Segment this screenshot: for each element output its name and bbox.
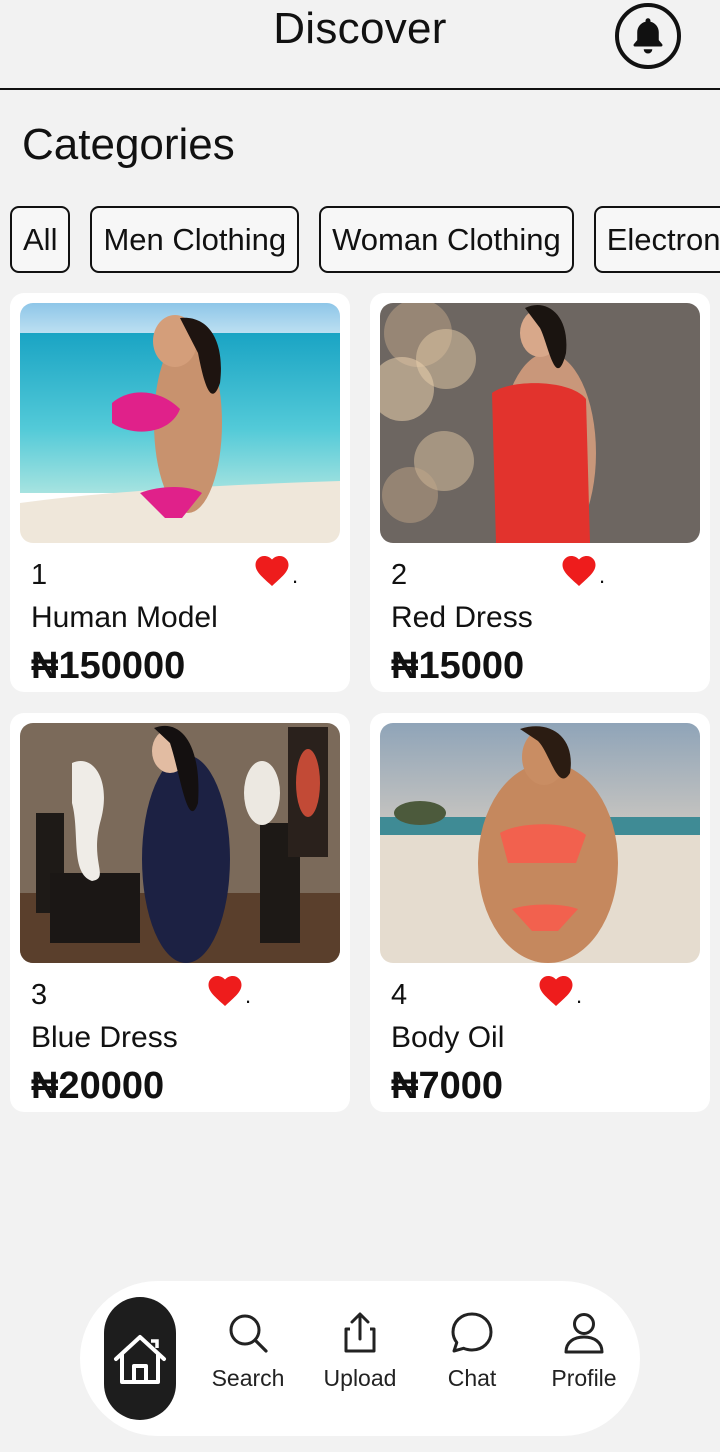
favorite-toggle[interactable]: . — [538, 975, 582, 1007]
chip-men-clothing[interactable]: Men Clothing — [90, 206, 300, 273]
product-price: ₦15000 — [391, 645, 525, 687]
product-number: 1 — [31, 559, 48, 591]
category-chips: All Men Clothing Woman Clothing Electronics — [10, 206, 720, 274]
notifications-button[interactable] — [615, 3, 681, 69]
heart-icon — [255, 556, 289, 586]
top-app-bar: Discover — [0, 0, 720, 90]
chat-icon — [451, 1312, 493, 1353]
profile-icon — [564, 1313, 604, 1354]
favorite-toggle[interactable]: . — [561, 555, 605, 587]
heart-icon — [208, 976, 242, 1006]
home-icon — [114, 1334, 166, 1384]
product-card[interactable]: 3 . Blue Dress ₦20000 — [10, 713, 350, 1112]
product-card[interactable]: 2 . Red Dress ₦15000 — [370, 293, 710, 692]
product-number: 2 — [391, 559, 408, 591]
product-card[interactable]: 1 . Human Model ₦150000 — [10, 293, 350, 692]
nav-search-label: Search — [211, 1365, 285, 1391]
product-price: ₦20000 — [31, 1065, 165, 1107]
favorite-toggle[interactable]: . — [207, 975, 251, 1007]
nav-upload-label: Upload — [323, 1365, 397, 1391]
bell-icon — [633, 18, 663, 54]
chip-woman-clothing[interactable]: Woman Clothing — [319, 206, 574, 273]
heart-icon — [539, 976, 573, 1006]
product-name: Blue Dress — [31, 1021, 178, 1054]
product-image — [380, 303, 700, 543]
nav-home-button[interactable] — [104, 1297, 176, 1420]
product-card[interactable]: 4 . Body Oil ₦7000 — [370, 713, 710, 1112]
categories-heading: Categories — [22, 120, 235, 169]
search-icon — [229, 1314, 268, 1353]
product-price: ₦150000 — [31, 645, 186, 687]
product-name: Body Oil — [391, 1021, 505, 1054]
upload-icon — [344, 1312, 376, 1353]
nav-chat-label: Chat — [447, 1365, 497, 1391]
page-title: Discover — [273, 4, 447, 53]
chip-all[interactable]: All — [10, 206, 71, 273]
nav-profile[interactable]: Profile — [534, 1311, 634, 1392]
product-name: Red Dress — [391, 601, 533, 634]
nav-profile-label: Profile — [551, 1365, 617, 1391]
heart-icon — [562, 556, 596, 586]
nav-chat[interactable]: Chat — [422, 1311, 522, 1392]
product-image — [20, 723, 340, 963]
product-price: ₦7000 — [391, 1065, 503, 1107]
product-image — [380, 723, 700, 963]
product-number: 3 — [31, 979, 48, 1011]
nav-search[interactable]: Search — [198, 1311, 298, 1392]
nav-upload[interactable]: Upload — [310, 1311, 410, 1392]
bottom-navigation: Search Upload Chat Profile — [80, 1281, 640, 1436]
favorite-toggle[interactable]: . — [254, 555, 298, 587]
chip-electronics[interactable]: Electronics — [593, 206, 720, 273]
product-name: Human Model — [31, 601, 218, 634]
app-screen: Discover Categories All Men Clothing Woman… — [0, 0, 720, 1452]
product-number: 4 — [391, 979, 408, 1011]
product-image — [20, 303, 340, 543]
